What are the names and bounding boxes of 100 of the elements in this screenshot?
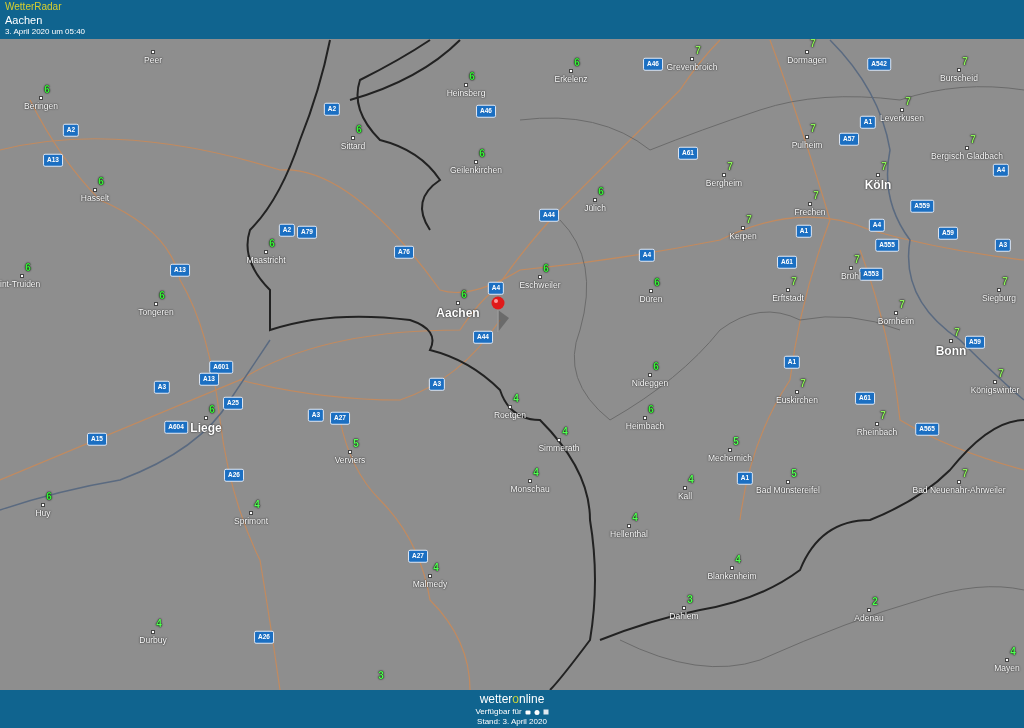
forecast-value: 4 (632, 513, 638, 523)
forecast-value: 7 (905, 97, 911, 107)
town-label: Hellenthal (610, 530, 648, 539)
town-label: Hasselt (80, 194, 110, 203)
forecast-value: 4 (1010, 647, 1016, 657)
forecast-value: 7 (998, 369, 1004, 379)
forecast-value: 3 (378, 671, 384, 681)
town-label: Erkelenz (554, 75, 588, 84)
town-label: Peer (144, 56, 162, 65)
forecast-value: 7 (695, 46, 701, 56)
forecast-value: 5 (353, 439, 359, 449)
town-label: Eschweiler (519, 281, 561, 290)
town-label: Bergisch Gladbach (931, 152, 1003, 161)
forecast-value: 7 (746, 215, 752, 225)
forecast-value: 4 (513, 394, 519, 404)
town-label: Nideggen (631, 379, 669, 388)
forecast-value: 5 (733, 437, 739, 447)
forecast-value: 4 (735, 555, 741, 565)
forecast-value: 6 (209, 405, 215, 415)
town-label: Verviers (334, 456, 366, 465)
forecast-value: 4 (562, 427, 568, 437)
city-label: Bonn (935, 345, 967, 357)
forecast-value: 6 (44, 85, 50, 95)
town-label: Dormagen (787, 56, 827, 65)
city-label: Aachen (436, 307, 480, 319)
town-label: Heimbach (625, 422, 665, 431)
forecast-value: 6 (654, 278, 660, 288)
forecast-value: 3 (687, 595, 693, 605)
forecast-value: 7 (727, 162, 733, 172)
town-label: Dahlem (669, 612, 699, 621)
town-label: Kerpen (729, 232, 757, 241)
town-label: Bergheim (705, 179, 743, 188)
forecast-value: 2 (872, 597, 878, 607)
forecast-value: 7 (962, 57, 968, 67)
forecast-value: 7 (880, 411, 886, 421)
forecast-value: 4 (433, 563, 439, 573)
location-title: Aachen (5, 13, 44, 28)
town-label: Blankenheim (707, 572, 757, 581)
town-label: Kall (677, 492, 693, 501)
town-label: Rheinbach (856, 428, 898, 437)
forecast-value: 6 (269, 239, 275, 249)
town-label: Euskirchen (775, 396, 819, 405)
city-label: Köln (864, 179, 892, 191)
forecast-value: 4 (533, 468, 539, 478)
forecast-value: 6 (469, 72, 475, 82)
forecast-value: 7 (1002, 277, 1008, 287)
forecast-value: 6 (159, 291, 165, 301)
town-label: int-Truiden (0, 280, 41, 289)
forecast-value: 4 (254, 500, 260, 510)
forecast-value: 7 (810, 124, 816, 134)
town-label: Bad Münstereifel (756, 486, 820, 495)
forecast-value: 7 (813, 191, 819, 201)
forecast-value: 4 (156, 619, 162, 629)
forecast-value: 7 (854, 255, 860, 265)
town-label: Monschau (510, 485, 550, 494)
forecast-value: 7 (970, 135, 976, 145)
forecast-value: 6 (356, 125, 362, 135)
town-label: Grevenbroich (666, 63, 718, 72)
forecast-value: 6 (479, 149, 485, 159)
town-label: Sittard (340, 142, 366, 151)
town-label: Durbuy (139, 636, 167, 645)
town-label: Königswinter (970, 386, 1020, 395)
updated-text: Stand: 3. April 2020 (477, 716, 547, 727)
town-label: Tongeren (138, 308, 174, 317)
town-label: Mayen (994, 664, 1020, 673)
forecast-value: 4 (688, 475, 694, 485)
forecast-value: 7 (881, 162, 887, 172)
forecast-value: 7 (954, 328, 960, 338)
town-label: Adenau (854, 614, 884, 623)
forecast-value: 6 (46, 492, 52, 502)
forecast-value: 7 (810, 39, 816, 49)
forecast-value: 6 (653, 362, 659, 372)
wetteronline-logo: wetteronline (479, 691, 545, 707)
forecast-value: 6 (25, 263, 31, 273)
town-label: Mechernich (708, 454, 752, 463)
forecast-value: 6 (461, 290, 467, 300)
town-label: Geilenkirchen (450, 166, 502, 175)
town-label: Heinsberg (446, 89, 486, 98)
town-label: Düren (639, 295, 663, 304)
forecast-value: 7 (791, 277, 797, 287)
town-label: Malmedy (412, 580, 448, 589)
forecast-value: 7 (899, 300, 905, 310)
town-label: Beringen (24, 102, 58, 111)
forecast-value: 7 (962, 469, 968, 479)
forecast-value: 6 (98, 177, 104, 187)
forecast-value: 6 (648, 405, 654, 415)
forecast-value: 6 (574, 58, 580, 68)
town-label: Leverkusen (880, 114, 924, 123)
forecast-value: 7 (800, 379, 806, 389)
forecast-value: 5 (791, 469, 797, 479)
forecast-value: 6 (543, 264, 549, 274)
town-label: Huy (35, 509, 51, 518)
town-label: Pulheim (791, 141, 823, 150)
town-label: Erftstadt (772, 294, 804, 303)
town-label: Frechen (794, 208, 826, 217)
forecast-value: 6 (598, 187, 604, 197)
timestamp: 3. April 2020 um 05:40 (5, 27, 87, 38)
town-label: Siegburg (982, 294, 1016, 303)
availability-text: Verfügbar für (475, 706, 522, 717)
town-label: Jülich (584, 204, 606, 213)
